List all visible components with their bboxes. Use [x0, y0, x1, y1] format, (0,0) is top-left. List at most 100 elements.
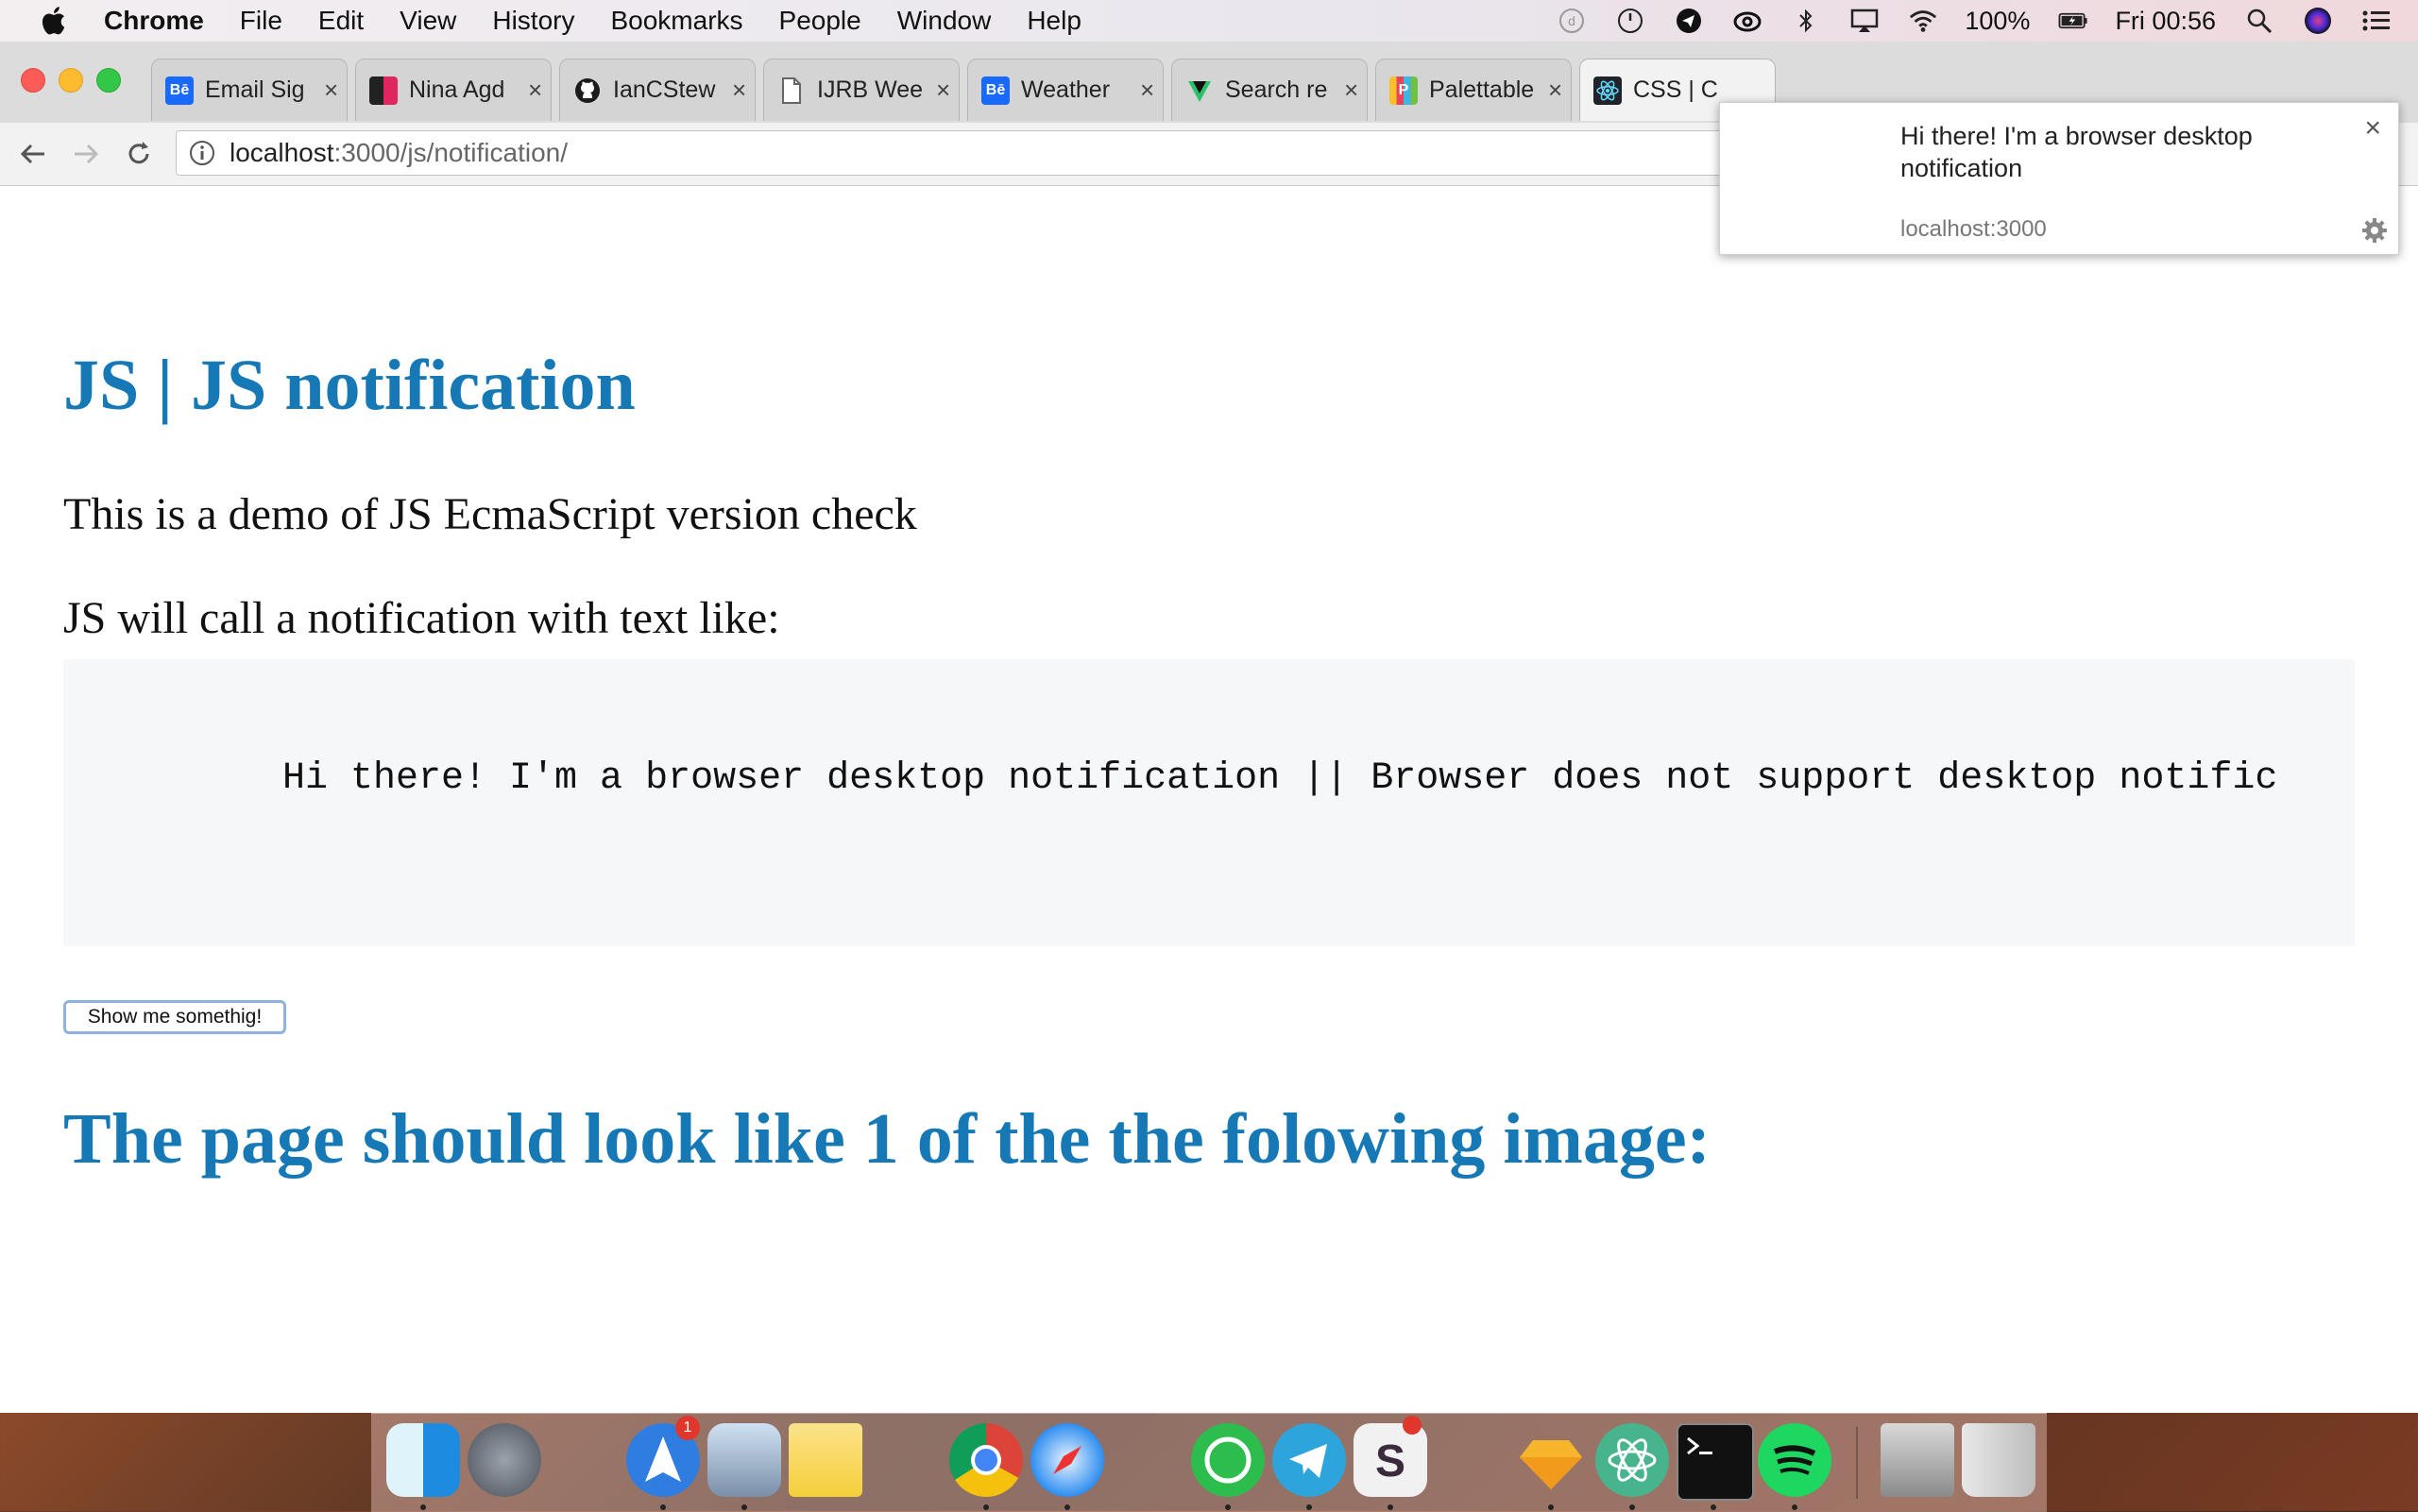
mail-badge: 1	[675, 1416, 700, 1440]
menu-people[interactable]: People	[779, 6, 861, 36]
lead-text: JS will call a notification with text li…	[63, 593, 780, 643]
running-indicator	[1792, 1504, 1797, 1510]
menu-bar: Chrome File Edit View History Bookmarks …	[0, 0, 2418, 42]
telegram-status-icon[interactable]	[1674, 6, 1704, 36]
menu-bookmarks[interactable]: Bookmarks	[610, 6, 742, 36]
atom-icon[interactable]	[1595, 1423, 1669, 1497]
tab-ijrb[interactable]: IJRB Wee ×	[763, 59, 960, 121]
running-indicator	[1064, 1504, 1070, 1510]
launchpad-icon[interactable]	[468, 1423, 541, 1497]
battery-percent: 100%	[1965, 6, 2031, 35]
battery-icon[interactable]	[2058, 6, 2088, 36]
search-favicon-icon	[1185, 76, 1214, 105]
siri-icon[interactable]	[2303, 6, 2333, 36]
tab-label: CSS | C	[1633, 76, 1718, 103]
running-indicator	[1548, 1504, 1554, 1510]
tab-close-icon[interactable]: ×	[732, 76, 746, 105]
running-indicator	[1629, 1504, 1635, 1510]
menu-clock[interactable]: Fri 00:56	[2115, 7, 2216, 36]
behance-icon: Bē	[165, 76, 194, 105]
tab-close-icon[interactable]: ×	[1548, 76, 1562, 105]
chrome-icon[interactable]	[949, 1423, 1023, 1497]
show-notification-button[interactable]: Show me somethig!	[63, 1000, 286, 1034]
running-indicator	[983, 1504, 989, 1510]
menu-edit[interactable]: Edit	[318, 6, 364, 36]
status-menus: d 100% Fri 00:56	[1528, 0, 2392, 42]
tab-search[interactable]: Search re ×	[1171, 59, 1368, 121]
spotlight-search-icon[interactable]	[2244, 6, 2274, 36]
tab-label: Search re	[1225, 76, 1328, 103]
page-title: JS | JS notification	[63, 346, 636, 425]
tab-close-icon[interactable]: ×	[528, 76, 542, 105]
apple-icon[interactable]	[38, 4, 72, 38]
tab-label: IJRB Wee	[817, 76, 924, 103]
running-indicator	[1225, 1504, 1231, 1510]
tab-close-icon[interactable]: ×	[1140, 76, 1154, 105]
menu-help[interactable]: Help	[1027, 6, 1081, 36]
bluetooth-icon[interactable]	[1791, 6, 1821, 36]
airplay-icon[interactable]	[1849, 6, 1880, 36]
zoom-window-button[interactable]	[96, 68, 121, 93]
spotify-icon[interactable]	[1758, 1423, 1831, 1497]
creative-cloud-icon[interactable]	[1732, 6, 1762, 36]
menu-view[interactable]: View	[400, 6, 456, 36]
trash-icon[interactable]	[1962, 1423, 2035, 1497]
minimize-window-button[interactable]	[59, 68, 83, 93]
behance-icon: Bē	[981, 76, 1010, 105]
running-indicator	[741, 1504, 747, 1510]
notification-title: Hi there! I'm a browser desktop notifica…	[1900, 122, 2253, 182]
info-icon[interactable]	[188, 139, 216, 167]
tab-close-icon[interactable]: ×	[324, 76, 338, 105]
running-indicator	[1711, 1504, 1716, 1510]
telegram-icon[interactable]	[1272, 1423, 1346, 1497]
slack-badge	[1403, 1416, 1422, 1435]
notification-center-icon[interactable]	[2361, 6, 2392, 36]
mail-stamp-icon[interactable]	[707, 1423, 781, 1497]
close-window-button[interactable]	[21, 68, 45, 93]
tab-label: Email Sig	[205, 76, 305, 103]
tab-close-icon[interactable]: ×	[936, 76, 950, 105]
finder-icon[interactable]	[386, 1423, 460, 1497]
running-indicator	[660, 1504, 666, 1510]
notification-source: localhost:3000	[1900, 216, 2047, 242]
back-button[interactable]	[15, 136, 51, 172]
tab-github[interactable]: IanCStew ×	[559, 59, 756, 121]
svg-text:S: S	[1375, 1436, 1405, 1487]
react-icon	[1593, 76, 1622, 105]
terminal-icon[interactable]	[1677, 1423, 1754, 1501]
tab-label: Palettable	[1429, 76, 1535, 103]
tab-palettable[interactable]: P Palettable ×	[1375, 59, 1572, 121]
whatsapp-icon[interactable]	[1191, 1423, 1265, 1497]
tab-label: IanCStew	[613, 76, 716, 103]
tab-weather[interactable]: Bē Weather ×	[967, 59, 1164, 121]
running-indicator	[1306, 1504, 1312, 1510]
forward-button[interactable]	[68, 136, 104, 172]
tab-label: Nina Agd	[409, 76, 505, 103]
slack-icon[interactable]: S	[1354, 1423, 1427, 1497]
d-status-icon[interactable]: d	[1557, 6, 1587, 36]
sketch-icon[interactable]	[1514, 1423, 1588, 1497]
tab-close-icon[interactable]: ×	[1344, 76, 1358, 105]
notes-icon[interactable]	[789, 1423, 862, 1497]
desktop-notification[interactable]: Hi there! I'm a browser desktop notifica…	[1719, 102, 2399, 255]
tab-nina[interactable]: Nina Agd ×	[355, 59, 552, 121]
dock: 1 S	[371, 1413, 2047, 1512]
safari-icon[interactable]	[1030, 1423, 1104, 1497]
menu-app-chrome[interactable]: Chrome	[104, 6, 204, 36]
browser-window: Bē Email Sig × Nina Agd × IanCStew × IJR…	[0, 42, 2418, 1413]
url-host: localhost	[230, 138, 334, 167]
code-block: Hi there! I'm a browser desktop notifica…	[63, 659, 2355, 946]
menu-history[interactable]: History	[492, 6, 574, 36]
downloads-stack-icon[interactable]	[1881, 1423, 1954, 1497]
reload-button[interactable]	[121, 136, 157, 172]
menu-window[interactable]: Window	[897, 6, 992, 36]
gear-icon[interactable]	[2360, 216, 2389, 245]
notification-close-button[interactable]: ×	[2364, 112, 2381, 144]
dock-divider	[1856, 1427, 1858, 1499]
code-text: Hi there! I'm a browser desktop notifica…	[282, 757, 2278, 800]
power-icon[interactable]	[1615, 6, 1645, 36]
menu-file[interactable]: File	[240, 6, 282, 36]
palettable-icon: P	[1389, 76, 1418, 105]
wifi-icon[interactable]	[1908, 6, 1938, 36]
tab-email-signature[interactable]: Bē Email Sig ×	[151, 59, 348, 121]
